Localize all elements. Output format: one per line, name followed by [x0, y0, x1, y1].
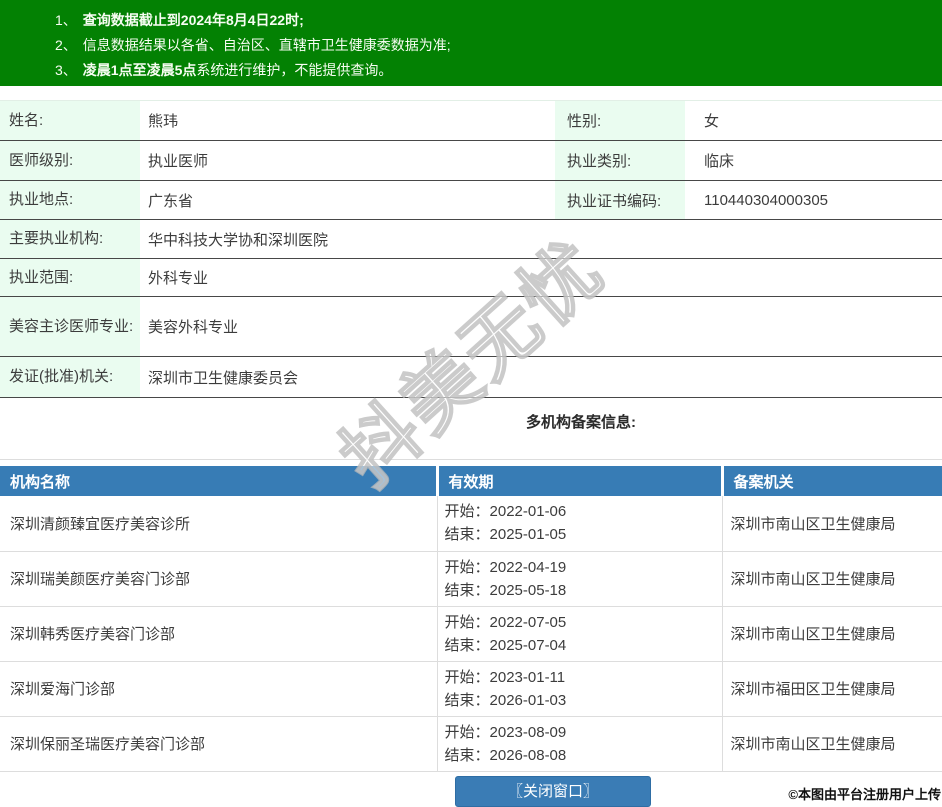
start-date: 2022-04-19: [490, 559, 567, 576]
field-value-doctor-level: 执业医师: [140, 141, 555, 181]
field-label-doctor-level: 医师级别:: [0, 141, 140, 181]
field-label-gender: 性别:: [555, 101, 685, 141]
field-label-main-institution: 主要执业机构:: [0, 220, 140, 259]
validity-period: 开始：2022-01-06 结束：2025-01-05: [437, 496, 722, 551]
start-label: 开始：: [445, 614, 490, 631]
validity-period: 开始：2023-01-11 结束：2026-01-03: [437, 661, 722, 716]
table-row: 深圳保丽圣瑞医疗美容门诊部 开始：2023-08-09 结束：2026-08-0…: [0, 716, 942, 771]
notice-number: 3、: [55, 62, 77, 78]
field-value-name: 熊玮: [140, 101, 555, 141]
field-value-main-institution: 华中科技大学协和深圳医院: [140, 220, 942, 259]
end-date: 2025-05-18: [490, 582, 567, 599]
table-row: 执业范围: 外科专业: [0, 259, 942, 297]
end-date: 2025-01-05: [490, 526, 567, 543]
start-label: 开始：: [445, 724, 490, 741]
table-row: 深圳瑞美颜医疗美容门诊部 开始：2022-04-19 结束：2025-05-18…: [0, 551, 942, 606]
doctor-detail-table: 姓名: 熊玮 性别: 女 医师级别: 执业医师 执业类别: 临床 执业地点: 广…: [0, 100, 942, 398]
field-value-issuing-authority: 深圳市卫生健康委员会: [140, 357, 942, 398]
field-value-practice-location: 广东省: [140, 181, 555, 220]
notice-line-2: 2、信息数据结果以各省、自治区、直辖市卫生健康委数据为准;: [55, 34, 932, 56]
table-row: 主要执业机构: 华中科技大学协和深圳医院: [0, 220, 942, 259]
end-label: 结束：: [445, 526, 490, 543]
institution-name: 深圳爱海门诊部: [0, 661, 437, 716]
field-label-license-number: 执业证书编码:: [555, 181, 685, 220]
field-label-practice-category: 执业类别:: [555, 141, 685, 181]
footer-upload-watermark: ©本图由平台注册用户上传: [788, 784, 941, 803]
column-header-institution-name: 机构名称: [0, 466, 437, 496]
filing-authority: 深圳市南山区卫生健康局: [722, 606, 942, 661]
institution-filing-table: 机构名称 有效期 备案机关 深圳清颜臻宜医疗美容诊所 开始：2022-01-06…: [0, 466, 942, 772]
table-row: 执业地点: 广东省 执业证书编码: 110440304000305: [0, 181, 942, 220]
end-date: 2026-08-08: [490, 747, 567, 764]
notice-text-bold: 查询数据截止到2024年8月4日22时;: [83, 12, 304, 28]
field-value-gender: 女: [685, 101, 942, 141]
table-row: 深圳爱海门诊部 开始：2023-01-11 结束：2026-01-03 深圳市福…: [0, 661, 942, 716]
notice-line-1: 1、查询数据截止到2024年8月4日22时;: [55, 9, 932, 31]
table-row: 医师级别: 执业医师 执业类别: 临床: [0, 141, 942, 181]
filing-authority: 深圳市福田区卫生健康局: [722, 661, 942, 716]
institution-name: 深圳保丽圣瑞医疗美容门诊部: [0, 716, 437, 771]
validity-period: 开始：2022-04-19 结束：2025-05-18: [437, 551, 722, 606]
start-label: 开始：: [445, 559, 490, 576]
field-label-cosmetic-specialty: 美容主诊医师专业:: [0, 297, 140, 357]
institution-name: 深圳清颜臻宜医疗美容诊所: [0, 496, 437, 551]
column-header-validity-period: 有效期: [437, 466, 722, 496]
filing-authority: 深圳市南山区卫生健康局: [722, 551, 942, 606]
field-value-cosmetic-specialty: 美容外科专业: [140, 297, 942, 357]
section-title-multi-institution: 多机构备案信息:: [0, 411, 942, 432]
end-date: 2025-07-04: [490, 637, 567, 654]
close-window-button[interactable]: 〖关闭窗口〗: [455, 776, 651, 807]
field-label-practice-location: 执业地点:: [0, 181, 140, 220]
start-label: 开始：: [445, 503, 490, 520]
table-row: 深圳清颜臻宜医疗美容诊所 开始：2022-01-06 结束：2025-01-05…: [0, 496, 942, 551]
start-date: 2023-08-09: [490, 724, 567, 741]
validity-period: 开始：2022-07-05 结束：2025-07-04: [437, 606, 722, 661]
table-row: 姓名: 熊玮 性别: 女: [0, 101, 942, 141]
filing-authority: 深圳市南山区卫生健康局: [722, 716, 942, 771]
field-value-license-number: 110440304000305: [685, 181, 942, 220]
column-header-filing-authority: 备案机关: [722, 466, 942, 496]
notice-banner: 1、查询数据截止到2024年8月4日22时; 2、信息数据结果以各省、自治区、直…: [0, 0, 942, 86]
end-label: 结束：: [445, 582, 490, 599]
end-label: 结束：: [445, 747, 490, 764]
field-label-name: 姓名:: [0, 101, 140, 141]
notice-text: 信息数据结果以各省、自治区、直辖市卫生健康委数据为准;: [83, 37, 451, 53]
table-row: 深圳韩秀医疗美容门诊部 开始：2022-07-05 结束：2025-07-04 …: [0, 606, 942, 661]
notice-text-bold: 凌晨1点至凌晨5点: [83, 62, 197, 78]
field-label-issuing-authority: 发证(批准)机关:: [0, 357, 140, 398]
notice-text: 系统进行维护，不能提供查询。: [196, 62, 392, 78]
validity-period: 开始：2023-08-09 结束：2026-08-08: [437, 716, 722, 771]
start-date: 2022-01-06: [490, 503, 567, 520]
table-row: 美容主诊医师专业: 美容外科专业: [0, 297, 942, 357]
notice-number: 1、: [55, 12, 77, 28]
start-date: 2022-07-05: [490, 614, 567, 631]
filing-authority: 深圳市南山区卫生健康局: [722, 496, 942, 551]
start-date: 2023-01-11: [490, 669, 566, 686]
end-label: 结束：: [445, 637, 490, 654]
field-value-practice-category: 临床: [685, 141, 942, 181]
notice-line-3: 3、凌晨1点至凌晨5点系统进行维护，不能提供查询。: [55, 59, 932, 81]
field-label-practice-scope: 执业范围:: [0, 259, 140, 297]
section-divider: [0, 459, 942, 460]
end-date: 2026-01-03: [490, 692, 567, 709]
table-header-row: 机构名称 有效期 备案机关: [0, 466, 942, 496]
institution-name: 深圳瑞美颜医疗美容门诊部: [0, 551, 437, 606]
field-value-practice-scope: 外科专业: [140, 259, 942, 297]
institution-name: 深圳韩秀医疗美容门诊部: [0, 606, 437, 661]
notice-number: 2、: [55, 37, 77, 53]
table-row: 发证(批准)机关: 深圳市卫生健康委员会: [0, 357, 942, 398]
end-label: 结束：: [445, 692, 490, 709]
start-label: 开始：: [445, 669, 490, 686]
